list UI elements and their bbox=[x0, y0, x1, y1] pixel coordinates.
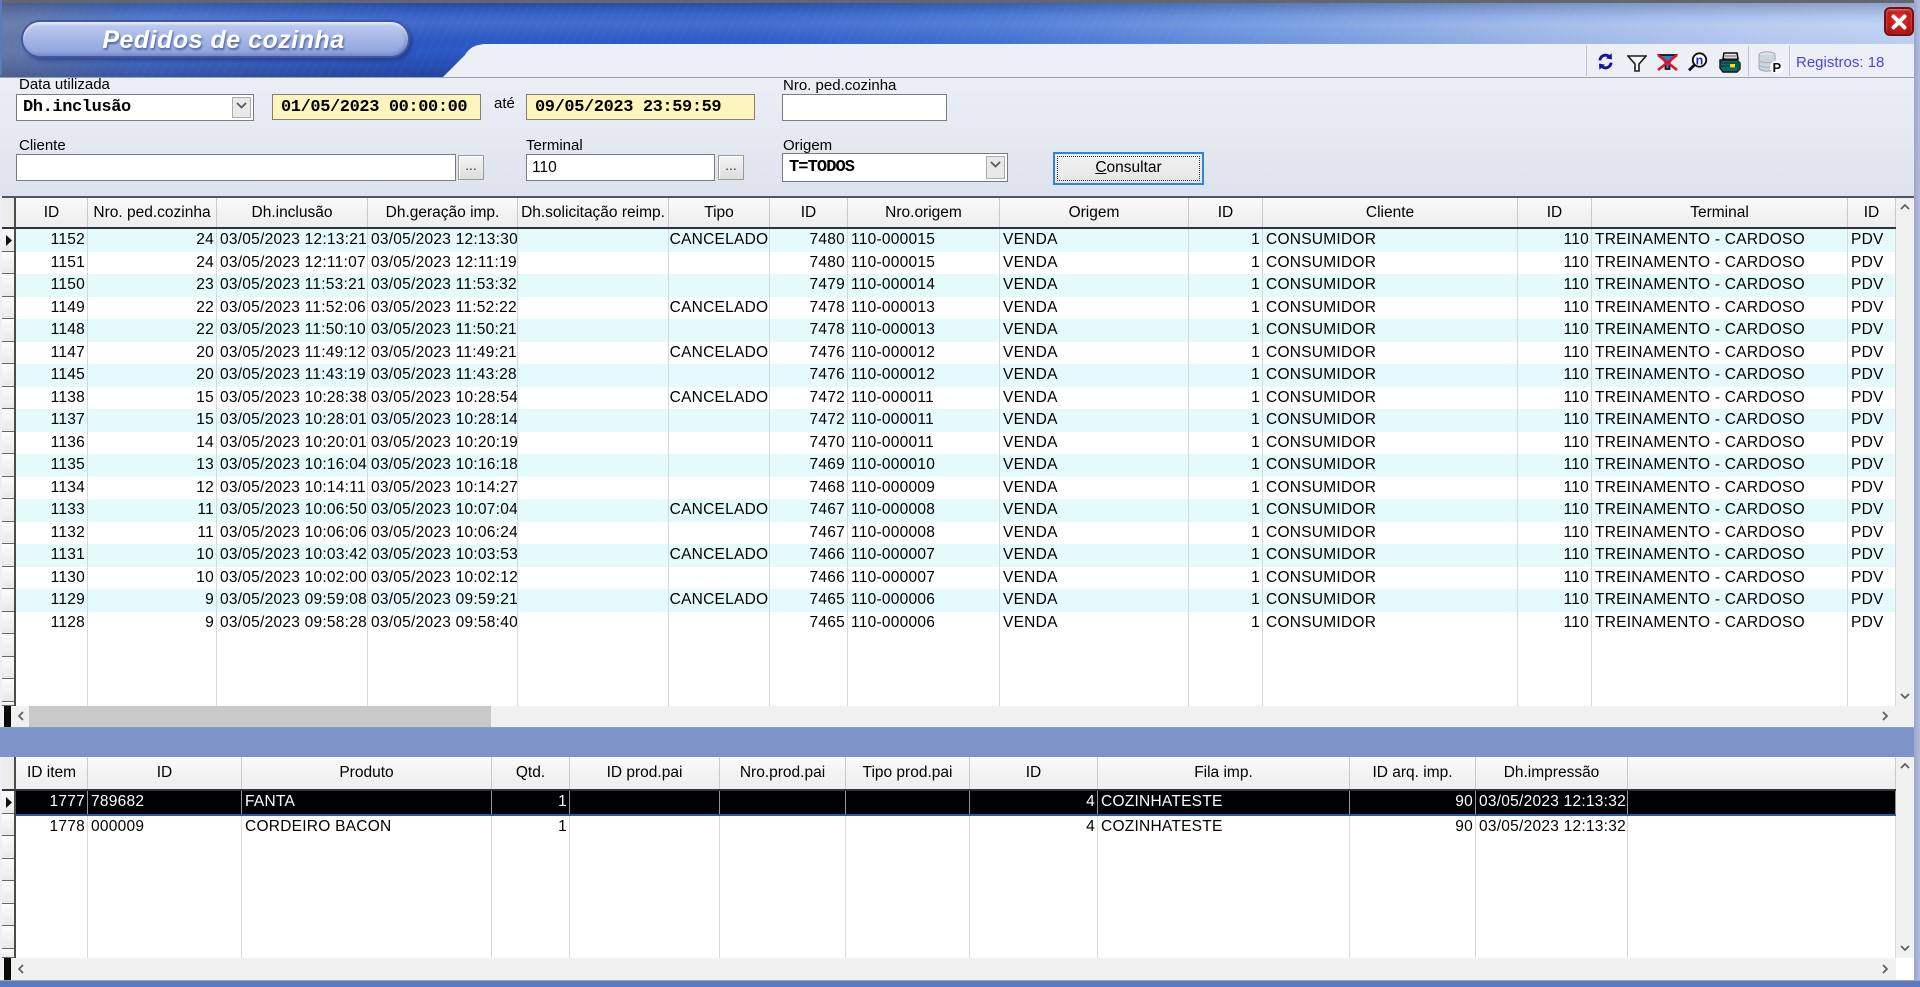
svg-text:P: P bbox=[1772, 60, 1781, 74]
svg-text:n: n bbox=[1696, 54, 1704, 68]
